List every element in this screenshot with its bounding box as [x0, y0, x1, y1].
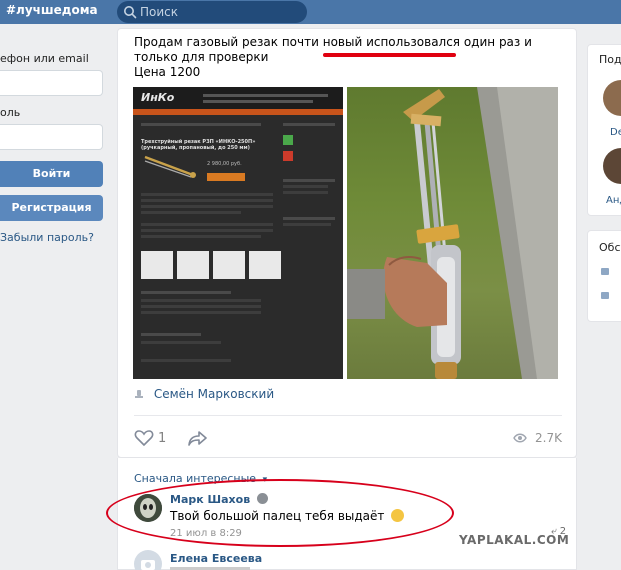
product-spec-line [141, 359, 231, 362]
product-spec-line [141, 291, 231, 294]
product-side-line [283, 123, 335, 126]
highlight-underline [323, 53, 456, 57]
post-card: Продам газовый резак почти новый использ… [117, 28, 577, 458]
product-gallery-thumb [213, 251, 245, 279]
eye-icon [513, 433, 528, 443]
product-brand: ИнКо [141, 91, 175, 104]
sidebar-friend-name[interactable]: De [610, 127, 621, 138]
comment-avatar[interactable] [134, 550, 162, 570]
product-side-icon [283, 135, 293, 145]
views-counter: 2.7K [513, 431, 562, 445]
product-orange-bar [133, 109, 343, 115]
register-button[interactable]: Регистрация [0, 195, 103, 221]
post-divider [134, 415, 562, 416]
highlight-ellipse [106, 479, 454, 547]
product-side-line [283, 191, 328, 194]
post-text: Продам газовый резак почти новый использ… [134, 35, 532, 64]
author-icon [135, 390, 143, 398]
torch-photo[interactable] [347, 87, 558, 379]
product-gallery-thumb [177, 251, 209, 279]
login-button[interactable]: Войти [0, 161, 103, 187]
post-author[interactable]: Семён Марковский [154, 387, 274, 401]
product-side-icon [283, 151, 293, 161]
page-root: #лучшедома Поиск ефон или email оль Войт… [0, 0, 621, 570]
login-phone-label: ефон или email [0, 52, 89, 65]
views-count: 2.7K [535, 431, 562, 445]
post-actions: 1 2.7K [134, 429, 562, 449]
forgot-password-link[interactable]: Забыли пароль? [0, 231, 94, 244]
torch-thumbnail-icon [144, 155, 196, 178]
login-password-label: оль [0, 106, 21, 119]
product-side-line [283, 217, 335, 220]
product-title: Трехструйный резак РЗП «ИНКО-250П» (ручк… [141, 139, 256, 151]
like-count: 1 [158, 431, 167, 446]
discussion-icon [601, 268, 609, 275]
product-nav-line [203, 94, 328, 97]
product-spec-line [141, 311, 261, 314]
watermark: YAPLAKAL.COM [459, 533, 570, 547]
product-spec-line [141, 333, 201, 336]
product-gallery-thumb [249, 251, 281, 279]
product-nav-line [203, 100, 313, 103]
camera-avatar-icon [141, 560, 155, 570]
sidebar-discussions-title: Обсу [599, 241, 621, 254]
login-phone-field[interactable] [0, 70, 103, 96]
product-desc-line [141, 235, 261, 238]
product-side-line [283, 179, 335, 182]
torch-photo-illustration [347, 87, 558, 379]
product-spec-line [141, 341, 221, 344]
discussion-icon [601, 292, 609, 299]
comment-author-name[interactable]: Елена Евсеева [170, 552, 262, 565]
top-bar: #лучшедома Поиск [0, 0, 621, 24]
product-side-line [283, 185, 328, 188]
product-desc-line [141, 193, 273, 196]
post-author-row[interactable]: Семён Марковский [134, 387, 274, 401]
heart-icon[interactable] [134, 429, 154, 447]
login-password-field[interactable] [0, 124, 103, 150]
product-desc-line [141, 211, 241, 214]
search-placeholder: Поиск [140, 5, 179, 19]
share-icon[interactable] [188, 430, 208, 446]
search-icon [124, 6, 137, 19]
product-desc-line [141, 223, 273, 226]
product-desc-line [141, 205, 273, 208]
product-desc-line [141, 199, 273, 202]
sidebar-friends-title: Под [599, 53, 621, 66]
product-page-image[interactable]: ИнКо Трехструйный резак РЗП «ИНКО-250П» … [133, 87, 343, 379]
site-title[interactable]: #лучшедома [6, 3, 98, 17]
product-buy-button [207, 173, 245, 181]
product-gallery-thumb [141, 251, 173, 279]
product-desc-line [141, 229, 273, 232]
sidebar-friend-name[interactable]: Анд [606, 195, 621, 206]
product-breadcrumb [141, 123, 261, 126]
product-spec-line [141, 299, 261, 302]
product-spec-line [141, 305, 261, 308]
post-price: Цена 1200 [134, 65, 201, 79]
product-price: 2 980,00 руб. [207, 161, 242, 167]
search-input[interactable]: Поиск [117, 1, 307, 23]
product-side-line [283, 223, 331, 226]
